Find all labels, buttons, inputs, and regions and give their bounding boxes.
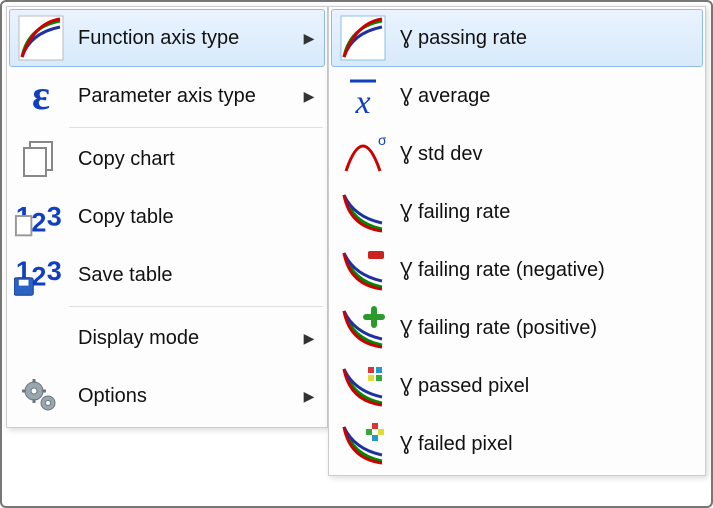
submenu-item-label: Ɣ std dev: [390, 143, 694, 166]
submenu-arrow-icon: ▶: [302, 388, 316, 405]
submenu-function-axis-type: Ɣ passing rate x Ɣ average σ Ɣ std dev: [328, 6, 706, 476]
svg-text:σ: σ: [378, 132, 386, 148]
submenu-item-label: Ɣ passed pixel: [390, 375, 694, 398]
submenu-item-failing-rate[interactable]: Ɣ failing rate: [331, 183, 703, 241]
epsilon-icon: ε: [14, 73, 68, 119]
menu-item-label: Function axis type: [68, 27, 302, 50]
submenu-arrow-icon: ▶: [302, 88, 316, 105]
submenu-item-average[interactable]: x Ɣ average: [331, 67, 703, 125]
curves-down-minus-icon: [336, 247, 390, 293]
context-menu-main: Function axis type ▶ ε Parameter axis ty…: [6, 6, 328, 428]
menu-separator: [69, 127, 323, 128]
submenu-item-label: Ɣ failing rate: [390, 201, 694, 224]
svg-text:3: 3: [47, 256, 62, 286]
menu-item-label: Copy chart: [68, 148, 316, 171]
menu-separator: [69, 306, 323, 307]
submenu-item-label: Ɣ failed pixel: [390, 433, 694, 456]
submenu-item-failing-rate-positive[interactable]: Ɣ failing rate (positive): [331, 299, 703, 357]
curves-down-icon: [336, 189, 390, 235]
curves-down-pixels-a-icon: [336, 363, 390, 409]
submenu-item-label: Ɣ failing rate (negative): [390, 259, 694, 282]
submenu-item-std-dev[interactable]: σ Ɣ std dev: [331, 125, 703, 183]
submenu-item-passed-pixel[interactable]: Ɣ passed pixel: [331, 357, 703, 415]
menu-item-copy-chart[interactable]: Copy chart: [9, 130, 325, 188]
menu-item-parameter-axis-type[interactable]: ε Parameter axis type ▶: [9, 67, 325, 125]
curves-down-plus-icon: [336, 305, 390, 351]
submenu-item-failing-rate-negative[interactable]: Ɣ failing rate (negative): [331, 241, 703, 299]
x-bar-icon: x: [336, 73, 390, 119]
menu-item-label: Parameter axis type: [68, 85, 302, 108]
copy-table-icon: 1 2 3: [14, 194, 68, 240]
submenu-arrow-icon: ▶: [302, 330, 316, 347]
menu-item-label: Display mode: [68, 327, 302, 350]
context-menu-canvas: Function axis type ▶ ε Parameter axis ty…: [0, 0, 713, 508]
menu-item-label: Save table: [68, 264, 316, 287]
menu-item-options[interactable]: Options ▶: [9, 367, 325, 425]
submenu-arrow-icon: ▶: [302, 30, 316, 47]
svg-text:x: x: [354, 84, 370, 119]
svg-text:ε: ε: [32, 73, 50, 119]
menu-item-copy-table[interactable]: 1 2 3 Copy table: [9, 188, 325, 246]
submenu-item-failed-pixel[interactable]: Ɣ failed pixel: [331, 415, 703, 473]
curves-up-icon: [336, 15, 390, 61]
svg-text:3: 3: [47, 202, 62, 232]
menu-item-label: Options: [68, 385, 302, 408]
bell-sigma-icon: σ: [336, 131, 390, 177]
submenu-item-label: Ɣ passing rate: [390, 27, 694, 50]
menu-item-save-table[interactable]: 1 2 3 Save table: [9, 246, 325, 304]
gears-icon: [14, 373, 68, 419]
copy-pages-icon: [14, 136, 68, 182]
svg-text:2: 2: [31, 207, 46, 237]
menu-item-function-axis-type[interactable]: Function axis type ▶: [9, 9, 325, 67]
submenu-item-label: Ɣ failing rate (positive): [390, 317, 694, 340]
save-table-icon: 1 2 3: [14, 252, 68, 298]
curves-up-icon: [14, 15, 68, 61]
submenu-item-label: Ɣ average: [390, 85, 694, 108]
submenu-item-passing-rate[interactable]: Ɣ passing rate: [331, 9, 703, 67]
menu-item-display-mode[interactable]: Display mode ▶: [9, 309, 325, 367]
menu-item-label: Copy table: [68, 206, 316, 229]
curves-down-pixels-b-icon: [336, 421, 390, 467]
